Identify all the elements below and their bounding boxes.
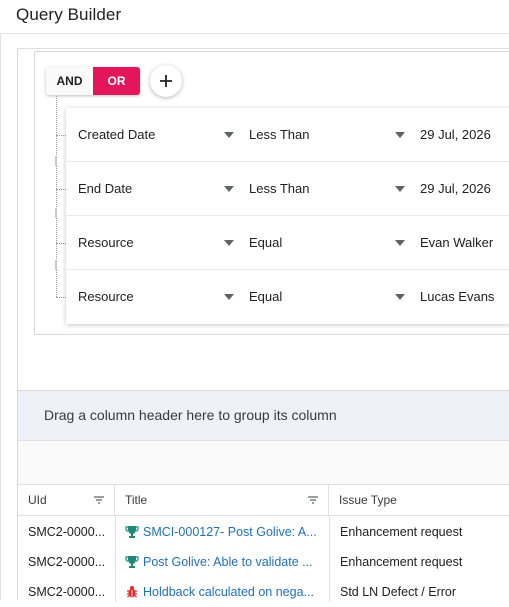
cell-issue-type: Enhancement request: [340, 525, 463, 539]
query-builder-group: AND OR Created Date Less Than 29 Jul, 20…: [35, 52, 509, 324]
chevron-down-icon[interactable]: [224, 294, 234, 300]
and-button[interactable]: AND: [46, 67, 93, 95]
trophy-icon: [125, 556, 139, 568]
cell-uid: SMC2-0000...: [28, 585, 106, 599]
rule-field[interactable]: End Date: [78, 181, 132, 196]
cell-title-link[interactable]: Holdback calculated on nega...: [143, 585, 323, 599]
grid-header: UId Title Issue Type: [18, 485, 509, 516]
plus-icon: [160, 75, 172, 87]
rule-connector: [56, 189, 66, 190]
cell-uid: SMC2-0000...: [28, 525, 106, 539]
page-title: Query Builder: [16, 5, 122, 24]
or-button[interactable]: OR: [93, 67, 140, 95]
group-drop-area[interactable]: Drag a column header here to group its c…: [18, 391, 509, 441]
grid-toolbar: [18, 441, 509, 485]
query-builder: AND OR Created Date Less Than 29 Jul, 20…: [34, 51, 509, 335]
title-bar: Query Builder: [0, 0, 509, 34]
drag-handle[interactable]: [55, 260, 57, 270]
drag-handle[interactable]: [55, 156, 57, 166]
filter-icon[interactable]: [307, 494, 319, 506]
column-header-label: Title: [125, 493, 148, 507]
left-border: [0, 34, 1, 600]
rule-operator[interactable]: Equal: [249, 289, 282, 304]
cell-issue-type: Enhancement request: [340, 555, 463, 569]
chevron-down-icon[interactable]: [224, 186, 234, 192]
rule-value[interactable]: 29 Jul, 2026: [420, 127, 491, 142]
rule-connector: [56, 243, 66, 244]
rule-operator[interactable]: Less Than: [249, 181, 309, 196]
chevron-down-icon[interactable]: [224, 132, 234, 138]
rule-row: Created Date Less Than 29 Jul, 2026: [66, 108, 509, 162]
rule-operator[interactable]: Equal: [249, 235, 282, 250]
content-panel: AND OR Created Date Less Than 29 Jul, 20…: [17, 48, 509, 602]
rule-row: Resource Equal Evan Walker: [66, 216, 509, 270]
and-or-toggle: AND OR: [46, 67, 140, 95]
filter-icon[interactable]: [93, 494, 105, 506]
add-rule-button[interactable]: [150, 65, 182, 97]
table-row[interactable]: SMC2-0000... Holdback calculated on nega…: [18, 577, 509, 607]
rule-value[interactable]: Evan Walker: [420, 235, 493, 250]
cell-uid: SMC2-0000...: [28, 555, 106, 569]
rule-value[interactable]: Lucas Evans: [420, 289, 494, 304]
rule-row: Resource Equal Lucas Evans: [66, 270, 509, 324]
table-row[interactable]: SMC2-0000... Post Golive: Able to valida…: [18, 547, 509, 577]
column-header-label: Issue Type: [339, 493, 397, 507]
chevron-down-icon[interactable]: [224, 240, 234, 246]
rule-field[interactable]: Created Date: [78, 127, 155, 142]
trophy-icon: [125, 526, 139, 538]
drag-handle[interactable]: [55, 208, 57, 218]
chevron-down-icon[interactable]: [395, 240, 405, 246]
table-row[interactable]: SMC2-0000... SMCI-000127- Post Golive: A…: [18, 517, 509, 547]
column-header-uid[interactable]: UId: [18, 485, 115, 516]
column-header-title[interactable]: Title: [115, 485, 329, 516]
chevron-down-icon[interactable]: [395, 294, 405, 300]
bug-icon: [127, 586, 137, 598]
cell-title-link[interactable]: Post Golive: Able to validate ...: [143, 555, 323, 569]
data-grid: Drag a column header here to group its c…: [18, 390, 509, 602]
column-header-label: UId: [28, 493, 47, 507]
chevron-down-icon[interactable]: [395, 186, 405, 192]
rule-connector: [56, 135, 66, 136]
cell-title-link[interactable]: SMCI-000127- Post Golive: A...: [143, 525, 323, 539]
rule-connector: [56, 297, 66, 298]
rule-row: End Date Less Than 29 Jul, 2026: [66, 162, 509, 216]
group-drop-text: Drag a column header here to group its c…: [44, 407, 337, 423]
rule-value[interactable]: 29 Jul, 2026: [420, 181, 491, 196]
rule-field[interactable]: Resource: [78, 235, 134, 250]
rule-operator[interactable]: Less Than: [249, 127, 309, 142]
rule-list: Created Date Less Than 29 Jul, 2026 End …: [66, 108, 509, 324]
chevron-down-icon[interactable]: [395, 132, 405, 138]
rule-field[interactable]: Resource: [78, 289, 134, 304]
column-header-issue-type[interactable]: Issue Type: [329, 485, 509, 516]
cell-issue-type: Std LN Defect / Error: [340, 585, 457, 599]
